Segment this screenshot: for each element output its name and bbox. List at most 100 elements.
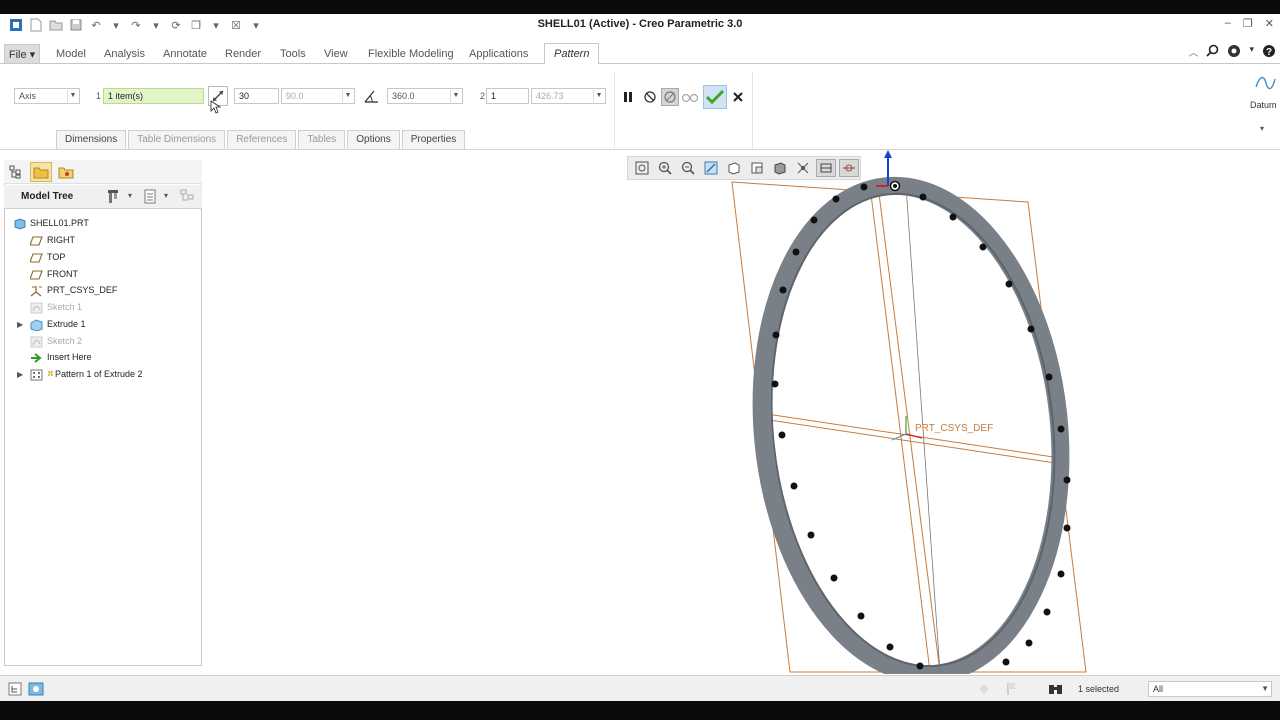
tree-item-part[interactable]: SHELL01.PRT: [13, 215, 89, 232]
tab-model[interactable]: Model: [56, 44, 86, 64]
hole[interactable]: [1057, 425, 1065, 433]
minimize-icon[interactable]: ‒: [1225, 17, 1231, 30]
hole[interactable]: [832, 195, 840, 203]
hole[interactable]: [979, 243, 987, 251]
hole[interactable]: [1057, 570, 1065, 578]
subtab-tables[interactable]: Tables: [298, 130, 346, 149]
tree-item-csys[interactable]: PRT_CSYS_DEF: [30, 282, 117, 299]
view-manager-icon[interactable]: [793, 159, 813, 177]
spin-center-icon[interactable]: [839, 159, 859, 177]
hole[interactable]: [1045, 373, 1053, 381]
hole[interactable]: [792, 248, 800, 256]
subtab-table-dimensions[interactable]: Table Dimensions: [128, 130, 226, 149]
second-count-input[interactable]: 1: [486, 88, 529, 104]
hole[interactable]: [1002, 658, 1010, 666]
hole[interactable]: [857, 612, 865, 620]
tree-settings-icon[interactable]: [104, 187, 124, 207]
tree-item-pattern-1[interactable]: ⌘ Pattern 1 of Extrude 2: [30, 366, 143, 383]
repaint-icon[interactable]: [701, 159, 721, 177]
subtab-references[interactable]: References: [227, 130, 297, 149]
reorient-icon[interactable]: [724, 159, 744, 177]
tab-applications[interactable]: Applications: [469, 44, 528, 64]
subtab-dimensions[interactable]: Dimensions: [56, 130, 127, 149]
tab-pattern[interactable]: Pattern: [544, 43, 600, 65]
second-spacing-select[interactable]: 426.73 ▼: [531, 88, 606, 104]
tab-view[interactable]: View: [324, 44, 348, 64]
tree-item-sketch-1[interactable]: Sketch 1: [30, 299, 82, 316]
browser-toggle-icon[interactable]: [26, 679, 46, 699]
graphics-window[interactable]: PRT_CSYS_DEF: [206, 150, 1280, 674]
member-count-input[interactable]: 30: [234, 88, 279, 104]
hole[interactable]: [1025, 639, 1033, 647]
pause-button[interactable]: [618, 87, 638, 107]
tree-item-front[interactable]: FRONT: [30, 266, 78, 283]
hole[interactable]: [790, 482, 798, 490]
collapse-ribbon-icon[interactable]: ︿: [1188, 44, 1198, 61]
shell-ring[interactable]: [738, 171, 1084, 674]
navigator-toggle-icon[interactable]: [5, 679, 25, 699]
hole[interactable]: [919, 193, 927, 201]
close-icon[interactable]: ✕: [1265, 17, 1274, 30]
hole[interactable]: [886, 643, 894, 651]
zoom-out-icon[interactable]: [678, 159, 698, 177]
selection-filter-select[interactable]: All ▼: [1148, 681, 1272, 697]
tab-tools[interactable]: Tools: [280, 44, 306, 64]
show-icon[interactable]: [140, 187, 160, 207]
restore-icon[interactable]: ❐: [1243, 17, 1253, 30]
hole[interactable]: [807, 531, 815, 539]
hole[interactable]: [916, 662, 924, 670]
no-preview-button[interactable]: [640, 87, 660, 107]
find-icon[interactable]: [1046, 679, 1066, 699]
hole[interactable]: [810, 216, 818, 224]
subtab-properties[interactable]: Properties: [401, 130, 466, 149]
attached-preview-button[interactable]: [660, 87, 680, 107]
tab-analysis[interactable]: Analysis: [104, 44, 145, 64]
hole[interactable]: [1043, 608, 1051, 616]
hole[interactable]: [1027, 325, 1035, 333]
model-tree-tab-icon[interactable]: [6, 162, 26, 182]
tab-annotate[interactable]: Annotate: [163, 44, 207, 64]
axis-reference-collector[interactable]: 1 item(s): [103, 88, 204, 104]
apply-button[interactable]: [703, 85, 727, 109]
verify-mode-button[interactable]: [680, 87, 700, 107]
community-icon[interactable]: [1227, 44, 1241, 61]
tree-settings-dropdown-icon[interactable]: ▾: [128, 191, 132, 200]
datum-dropdown-icon[interactable]: ▾: [1260, 124, 1264, 133]
favorites-tab-icon[interactable]: [56, 162, 76, 182]
angular-extent-select[interactable]: 360.0 ▼: [387, 88, 463, 104]
folder-browser-tab-icon[interactable]: [30, 162, 52, 182]
expand-icon[interactable]: ▶: [17, 370, 23, 379]
hole[interactable]: [949, 213, 957, 221]
help-icon[interactable]: ?: [1262, 44, 1276, 61]
hole[interactable]: [830, 574, 838, 582]
tree-item-right[interactable]: RIGHT: [30, 232, 75, 249]
hole[interactable]: [1063, 524, 1071, 532]
hole[interactable]: [771, 380, 779, 388]
cancel-button[interactable]: [728, 87, 748, 107]
hole[interactable]: [772, 331, 780, 339]
hole[interactable]: [893, 184, 897, 188]
display-style-icon[interactable]: [770, 159, 790, 177]
search-icon[interactable]: [1206, 44, 1219, 61]
datum-icon[interactable]: [1254, 72, 1276, 94]
hole[interactable]: [1063, 476, 1071, 484]
tab-file[interactable]: File ▾: [4, 44, 40, 64]
tab-render[interactable]: Render: [225, 44, 261, 64]
saved-views-icon[interactable]: [747, 159, 767, 177]
filter-icon[interactable]: [178, 187, 198, 207]
tree-item-extrude-1[interactable]: Extrude 1: [30, 316, 86, 333]
datum-display-icon[interactable]: [816, 159, 836, 177]
help-dropdown-icon[interactable]: ▾: [1249, 44, 1254, 61]
angular-extent-icon[interactable]: [361, 86, 381, 106]
tree-item-top[interactable]: TOP: [30, 249, 65, 266]
tree-item-sketch-2[interactable]: Sketch 2: [30, 333, 82, 350]
zoom-in-icon[interactable]: [655, 159, 675, 177]
flag-icon[interactable]: [1002, 679, 1022, 699]
pattern-type-select[interactable]: Axis ▼: [14, 88, 80, 104]
subtab-options[interactable]: Options: [347, 130, 400, 149]
expand-icon[interactable]: ▶: [17, 320, 23, 329]
hole[interactable]: [779, 286, 787, 294]
tab-flexible-modeling[interactable]: Flexible Modeling: [368, 44, 454, 64]
tree-item-insert-here[interactable]: Insert Here: [30, 349, 92, 366]
hole[interactable]: [778, 431, 786, 439]
